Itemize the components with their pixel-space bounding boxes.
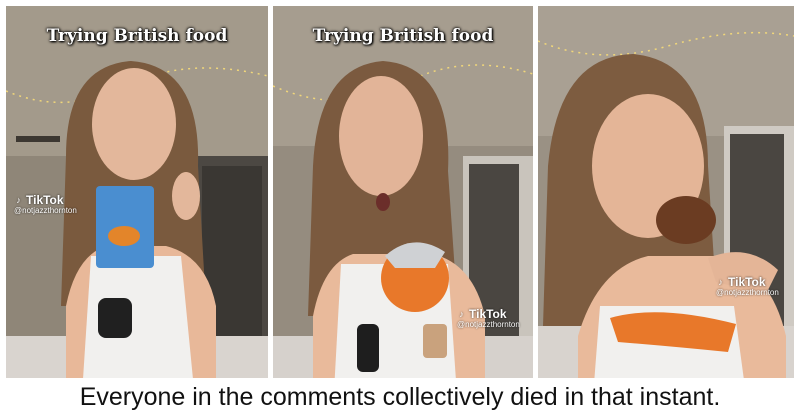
tiktok-handle: @notjazzthornton bbox=[457, 320, 520, 330]
tiktok-watermark: ♪ TikTok @notjazzthornton bbox=[716, 275, 779, 298]
video-frame-1: Trying British food ♪ TikTok @notjazzthor… bbox=[6, 6, 268, 410]
tiktok-note-icon: ♪ bbox=[16, 194, 21, 205]
tiktok-watermark: ♪ TikTok @notjazzthornton bbox=[14, 193, 77, 216]
video-frame-3: ♪ TikTok @notjazzthornton bbox=[538, 6, 794, 410]
tiktok-watermark: ♪ TikTok @notjazzthornton bbox=[457, 307, 520, 330]
video-title: Trying British food bbox=[46, 26, 228, 46]
frame-3-photo bbox=[538, 6, 794, 410]
tiktok-note-icon: ♪ bbox=[718, 276, 723, 287]
video-title: Trying British food bbox=[312, 26, 494, 46]
video-frame-2: Trying British food ♪ TikTok @notjazzthor… bbox=[273, 6, 533, 410]
frame-2-photo bbox=[273, 6, 533, 410]
tiktok-handle: @notjazzthornton bbox=[716, 288, 779, 298]
tiktok-note-icon: ♪ bbox=[459, 308, 464, 319]
caption-text: Everyone in the comments collectively di… bbox=[79, 382, 721, 411]
tiktok-handle: @notjazzthornton bbox=[14, 206, 77, 216]
caption-bar: Everyone in the comments collectively di… bbox=[6, 378, 794, 416]
